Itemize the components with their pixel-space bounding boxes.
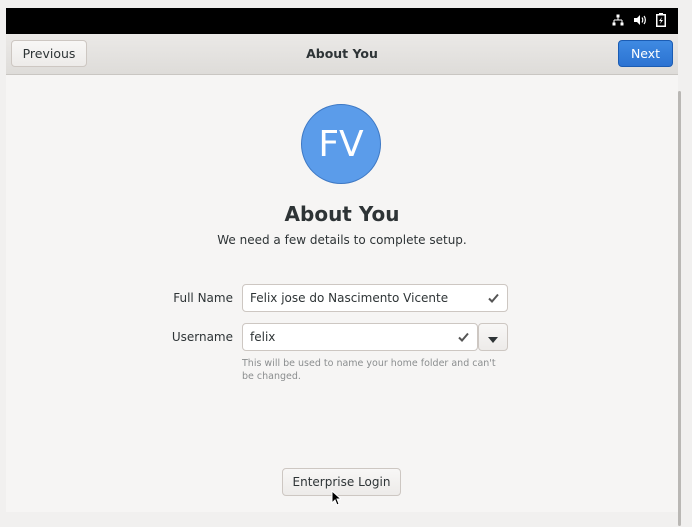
audio-volume-icon[interactable] [633, 14, 647, 26]
full-name-field[interactable]: Felix jose do Nascimento Vicente [242, 284, 508, 312]
header-title: About You [306, 46, 378, 61]
network-wired-icon[interactable] [612, 14, 624, 26]
page-title: About You [284, 202, 400, 226]
avatar[interactable]: FV [301, 104, 381, 184]
username-label: Username [171, 330, 233, 344]
username-hint: This will be used to name your home fold… [242, 358, 496, 382]
top-bar [6, 8, 678, 34]
system-tray[interactable] [612, 13, 666, 27]
header-bar: Previous About You Next [6, 34, 678, 75]
scrollbar[interactable] [678, 91, 681, 526]
full-name-label: Full Name [173, 291, 233, 305]
full-name-value: Felix jose do Nascimento Vicente [250, 291, 449, 305]
username-field[interactable]: felix [242, 323, 478, 351]
battery-charging-icon[interactable] [656, 13, 666, 27]
checkmark-icon [488, 292, 499, 306]
mouse-pointer-icon [331, 489, 343, 510]
username-dropdown-button[interactable] [478, 323, 508, 351]
checkmark-icon [458, 331, 469, 345]
enterprise-login-button[interactable]: Enterprise Login [282, 468, 401, 496]
username-value: felix [250, 330, 276, 344]
avatar-initials: FV [318, 123, 364, 165]
next-button[interactable]: Next [618, 40, 673, 67]
chevron-down-icon [488, 328, 498, 347]
page-subtitle: We need a few details to complete setup. [217, 233, 467, 247]
setup-window: Previous About You Next FV About You We … [6, 34, 681, 526]
